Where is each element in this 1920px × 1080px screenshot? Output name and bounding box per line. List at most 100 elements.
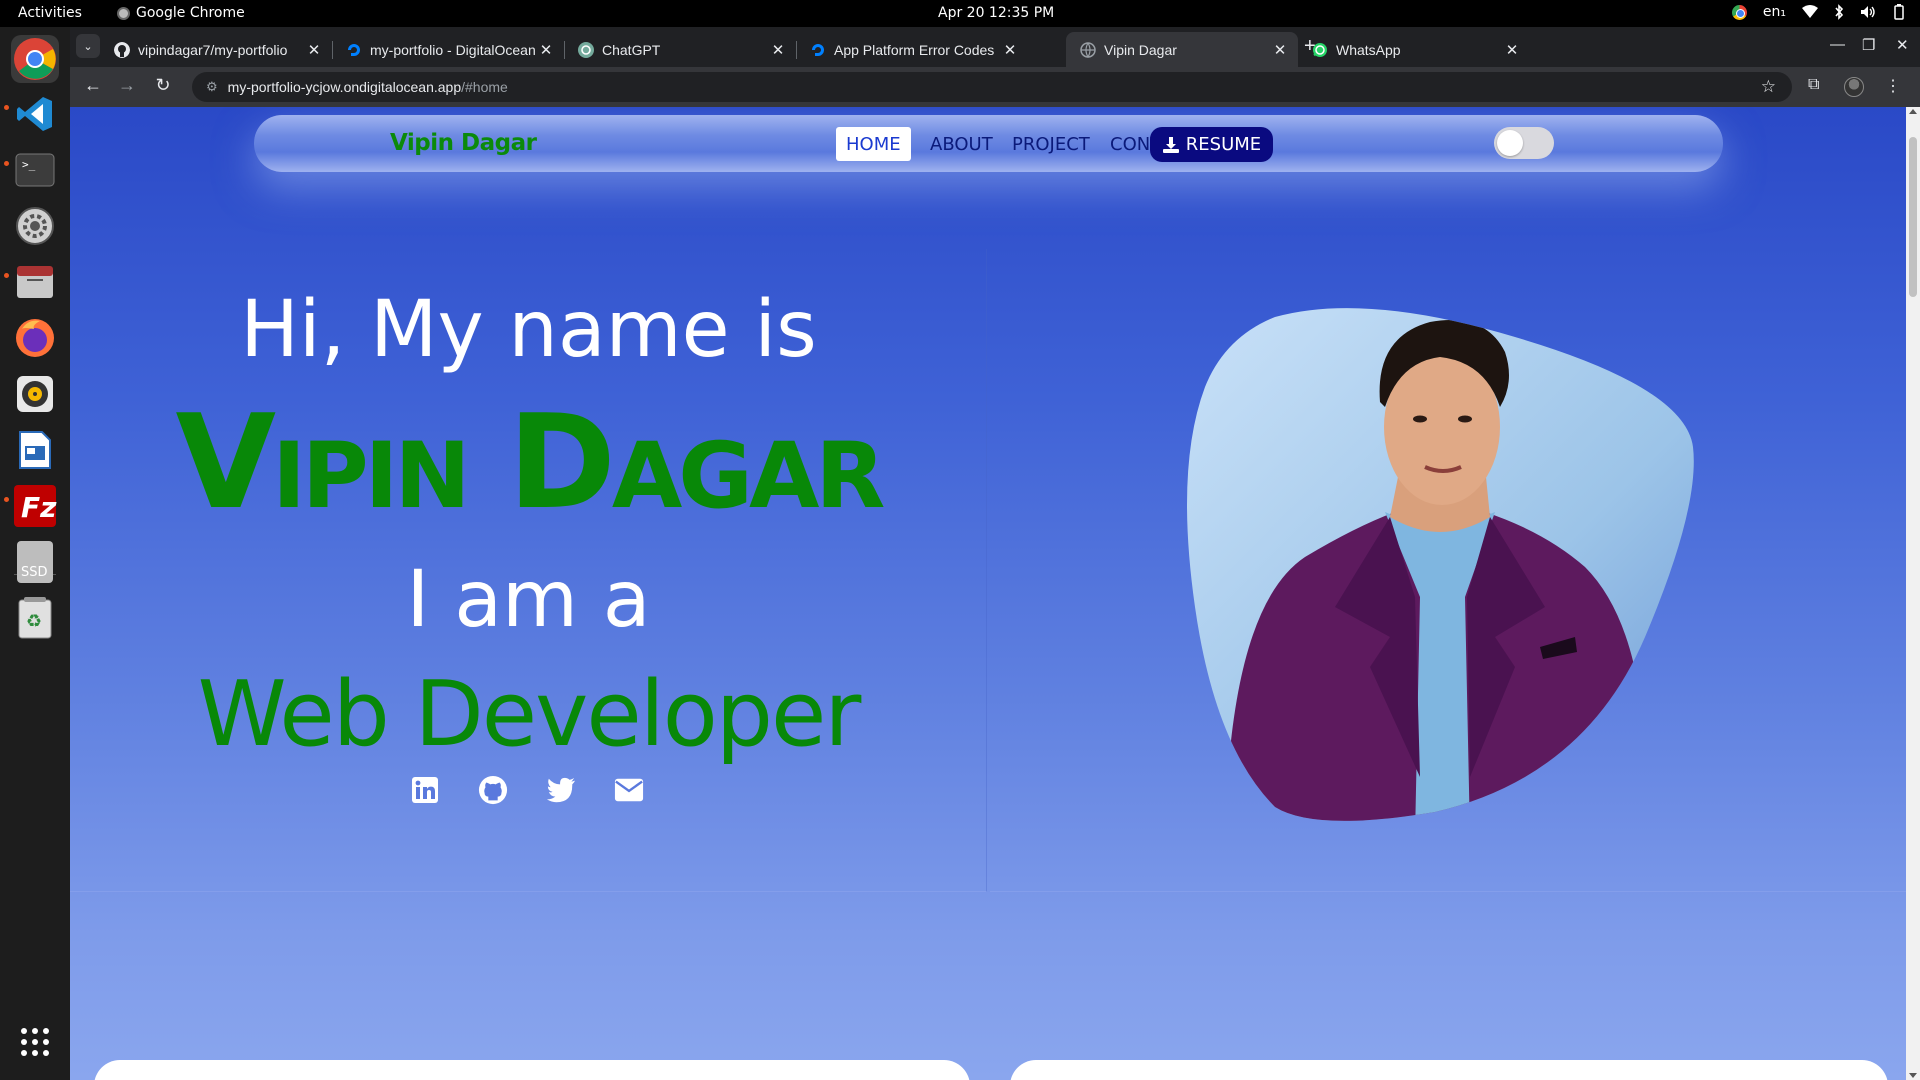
running-indicator [4, 105, 9, 110]
scroll-thumb[interactable] [1909, 137, 1917, 297]
digitalocean-icon [348, 43, 360, 56]
nav-project[interactable]: PROJECT [1002, 127, 1100, 161]
tab-title: WhatsApp [1336, 41, 1401, 58]
chrome-tray-icon[interactable] [1731, 4, 1747, 20]
close-icon[interactable]: ✕ [1000, 41, 1020, 59]
twitter-icon[interactable] [546, 775, 576, 805]
tab-search-button[interactable]: ⌄ [76, 34, 100, 58]
running-indicator [4, 497, 9, 502]
os-top-bar: Activities Google Chrome Apr 20 12:35 PM… [0, 0, 1920, 27]
app-grid-icon[interactable] [11, 1018, 59, 1066]
profile-avatar[interactable] [1844, 77, 1864, 97]
close-icon[interactable]: ✕ [536, 41, 556, 59]
globe-icon [1080, 41, 1096, 58]
tab-title: my-portfolio - DigitalOcean [370, 41, 536, 58]
content-card-left [94, 1060, 970, 1080]
bluetooth-icon[interactable] [1834, 4, 1844, 20]
nav-home[interactable]: HOME [836, 127, 911, 161]
tab-digitalocean[interactable]: my-portfolio - DigitalOcean ✕ [332, 32, 564, 67]
scroll-up-arrow[interactable] [1909, 109, 1917, 114]
browser-window: ⌄ vipindagar7/my-portfolio ✕ my-portfoli… [70, 27, 1920, 1080]
resume-download-button[interactable]: RESUME [1150, 127, 1273, 162]
theme-toggle[interactable] [1494, 127, 1554, 159]
writer-icon[interactable] [11, 426, 59, 474]
close-icon[interactable]: ✕ [1270, 41, 1290, 59]
tab-vipin-dagar[interactable]: Vipin Dagar ✕ [1066, 32, 1298, 67]
tab-chatgpt[interactable]: ChatGPT ✕ [564, 32, 796, 67]
site-navbar: Vipin Dagar HOME ABOUT PROJECT CONTACT R… [254, 115, 1723, 172]
hero-name: Vipin Dagar [175, 386, 886, 538]
download-icon [1162, 136, 1179, 153]
filezilla-icon[interactable]: Fz [11, 482, 59, 530]
tab-strip: ⌄ vipindagar7/my-portfolio ✕ my-portfoli… [70, 27, 1920, 67]
rhythmbox-icon[interactable] [11, 370, 59, 418]
wifi-icon[interactable] [1802, 5, 1818, 19]
content-card-right [1010, 1060, 1888, 1080]
clock[interactable]: Apr 20 12:35 PM [938, 5, 1054, 21]
minimize-button[interactable]: — [1830, 36, 1845, 53]
power-icon[interactable] [1892, 4, 1906, 20]
github-icon[interactable] [478, 775, 508, 805]
svg-text:♻: ♻ [26, 611, 42, 632]
nav-about[interactable]: ABOUT [920, 127, 1003, 161]
firefox-icon[interactable] [11, 314, 59, 362]
dock: >_ Fz SSD ♻ [0, 27, 70, 1080]
svg-text:>_: >_ [22, 158, 36, 171]
close-window-button[interactable]: ✕ [1896, 36, 1909, 54]
site-brand[interactable]: Vipin Dagar [390, 130, 537, 156]
keyboard-layout[interactable]: en₁ [1763, 4, 1786, 20]
browser-toolbar: ← → ↻ ⚙ my-portfolio-ycjow.ondigitalocea… [70, 67, 1920, 107]
trash-icon[interactable]: ♻ [11, 594, 59, 642]
address-bar[interactable]: ⚙ my-portfolio-ycjow.ondigitalocean.app … [192, 72, 1792, 102]
app-menu[interactable]: Google Chrome [117, 5, 245, 21]
close-icon[interactable]: ✕ [1502, 41, 1522, 59]
resume-label: RESUME [1185, 134, 1262, 155]
url-path: /#home [461, 79, 508, 95]
running-indicator [4, 161, 9, 166]
bookmark-star-icon[interactable]: ☆ [1761, 77, 1776, 97]
site-info-icon[interactable]: ⚙ [206, 79, 218, 95]
svg-text:Fz: Fz [21, 491, 57, 524]
page-scrollbar[interactable] [1906, 107, 1920, 1080]
url-host: my-portfolio-ycjow.ondigitalocean.app [227, 79, 462, 95]
chrome-icon[interactable] [11, 35, 59, 83]
hero-intro: I am a [406, 555, 651, 645]
close-icon[interactable]: ✕ [304, 41, 324, 59]
terminal-icon[interactable]: >_ [11, 146, 59, 194]
tab-title: vipindagar7/my-portfolio [138, 41, 288, 58]
tab-title: ChatGPT [602, 41, 661, 58]
close-icon[interactable]: ✕ [768, 41, 788, 59]
ssd-icon[interactable]: SSD [11, 538, 59, 586]
chatgpt-icon [578, 41, 594, 58]
tab-app-platform-errors[interactable]: App Platform Error Codes ✕ [796, 32, 1028, 67]
vscode-icon[interactable] [11, 90, 59, 138]
tab-title: Vipin Dagar [1104, 41, 1177, 58]
github-icon [114, 41, 130, 58]
app-name-label: Google Chrome [136, 5, 245, 21]
activities-button[interactable]: Activities [18, 5, 82, 21]
restore-button[interactable]: ❐ [1862, 36, 1875, 54]
running-indicator [4, 273, 9, 278]
linkedin-icon[interactable] [410, 775, 440, 805]
tab-whatsapp[interactable]: WhatsApp ✕ [1298, 32, 1530, 67]
new-tab-button[interactable]: + [1304, 35, 1316, 58]
forward-button[interactable]: → [115, 75, 139, 96]
back-button[interactable]: ← [81, 75, 105, 96]
chrome-small-icon [117, 6, 130, 20]
browser-menu-icon[interactable]: ⋮ [1885, 76, 1901, 96]
system-tray[interactable]: en₁ [1731, 4, 1906, 20]
settings-icon[interactable] [11, 202, 59, 250]
svg-text:SSD: SSD [21, 565, 48, 580]
reload-button[interactable]: ↻ [151, 75, 175, 96]
toggle-knob [1497, 130, 1523, 156]
volume-icon[interactable] [1860, 5, 1876, 19]
extensions-icon[interactable]: ⧉ [1808, 76, 1819, 94]
tab-title: App Platform Error Codes [834, 41, 995, 58]
social-links [410, 775, 670, 811]
hero-role: Web Developer [197, 662, 862, 767]
digitalocean-icon [812, 43, 824, 56]
tab-github[interactable]: vipindagar7/my-portfolio ✕ [100, 32, 332, 67]
envelope-icon[interactable] [614, 775, 644, 805]
scroll-down-arrow[interactable] [1909, 1073, 1917, 1078]
files-icon[interactable] [11, 258, 59, 306]
